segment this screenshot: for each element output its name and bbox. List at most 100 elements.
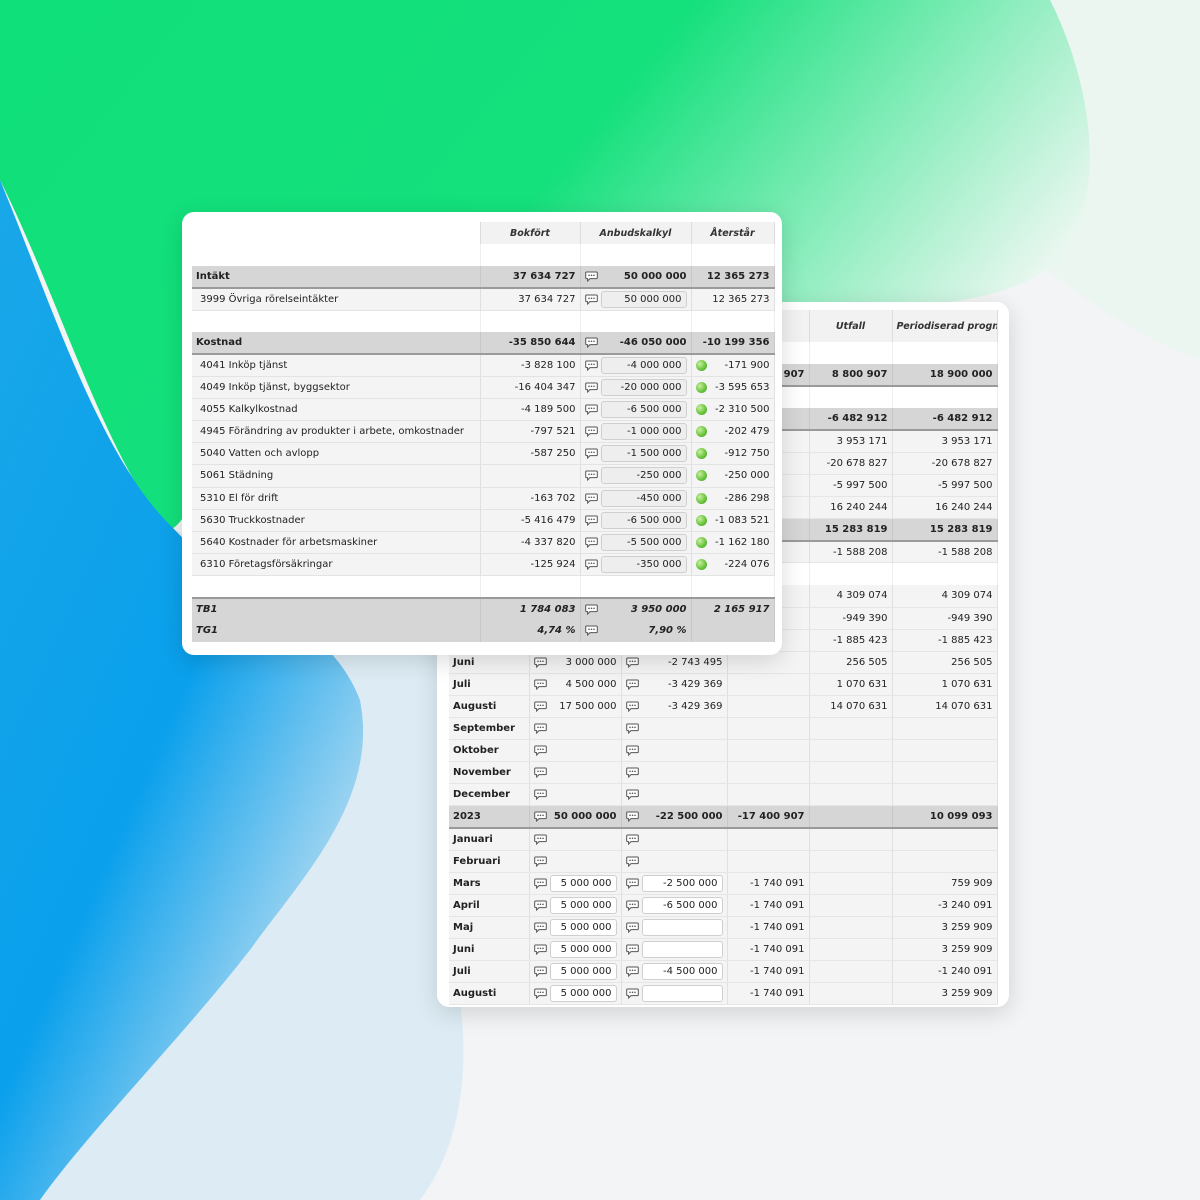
comment-icon[interactable]	[584, 448, 598, 460]
account-aterstar: 12 365 273	[712, 293, 770, 305]
comment-icon[interactable]	[533, 789, 547, 801]
comment-icon[interactable]	[625, 988, 639, 1000]
comment-icon[interactable]	[584, 625, 598, 637]
anbud-input[interactable]: -250 000	[600, 467, 687, 485]
comment-icon[interactable]	[533, 657, 547, 668]
period-s1-cell	[529, 739, 622, 763]
comment-icon[interactable]	[625, 878, 639, 889]
period-s1-input[interactable]: 5 000 000	[549, 874, 617, 892]
comment-icon[interactable]	[584, 404, 598, 416]
comment-icon[interactable]	[584, 360, 598, 372]
period-s2-input[interactable]	[641, 918, 723, 936]
comment-icon[interactable]	[533, 679, 547, 690]
comment-icon[interactable]	[625, 900, 639, 911]
comment-icon[interactable]	[625, 789, 639, 801]
comment-icon[interactable]	[584, 382, 598, 394]
account-label: 4945 Förändring av produkter i arbete, o…	[192, 420, 481, 444]
comment-icon[interactable]	[584, 271, 598, 283]
comment-icon[interactable]	[625, 856, 639, 867]
summary-card: Bokfört Anbudskalkyl Återstår Intäkt 37 6…	[182, 212, 782, 655]
comment-icon[interactable]	[625, 679, 639, 690]
comment-icon[interactable]	[533, 900, 547, 911]
period-label: November	[449, 761, 530, 785]
comment-icon[interactable]	[584, 604, 598, 615]
comment-icon[interactable]	[625, 745, 639, 757]
comment-icon[interactable]	[584, 559, 598, 570]
account-label: 5630 Truckkostnader	[192, 509, 481, 532]
comment-icon[interactable]	[533, 745, 547, 757]
comment-icon[interactable]	[584, 537, 598, 548]
anbud-input[interactable]: -20 000 000	[600, 379, 687, 397]
period-s1-input[interactable]: 5 000 000	[549, 896, 617, 914]
period-row: April 5 000 000 -6 500 000 -1 740 091 -3 240…	[449, 894, 998, 917]
anbud-input[interactable]: -450 000	[600, 489, 687, 507]
account-row: 4049 Inköp tjänst, byggsektor -16 404 347…	[192, 376, 775, 400]
anbud-input[interactable]: -1 500 000	[600, 445, 687, 463]
anbud-input[interactable]: -6 500 000	[600, 511, 687, 529]
anbud-input[interactable]: -6 500 000	[600, 401, 687, 419]
period-s2-input[interactable]: -6 500 000	[641, 896, 723, 914]
account-label: 6310 Företagsförsäkringar	[192, 553, 481, 576]
comment-icon[interactable]	[625, 922, 639, 933]
period-s4	[809, 850, 893, 873]
period-s1-input[interactable]: 5 000 000	[549, 963, 617, 981]
group-anbud-cell: 50 000 000	[580, 266, 692, 290]
comment-icon[interactable]	[625, 723, 639, 735]
anbud-input[interactable]: -5 500 000	[600, 533, 687, 551]
period-s5: 256 505	[892, 651, 998, 674]
account-row: 5040 Vatten och avlopp -587 250 -1 500 000…	[192, 442, 775, 466]
account-row: 6310 Företagsförsäkringar -125 924 -350 00…	[192, 553, 775, 576]
period-s1-cell	[529, 850, 622, 873]
period-s2: -22 500 000	[655, 811, 723, 823]
comment-icon[interactable]	[625, 701, 639, 713]
comment-icon[interactable]	[625, 944, 639, 956]
group-bokfort: -35 850 644	[480, 332, 581, 356]
period-s1: 4 500 000	[565, 678, 617, 690]
account-aterstar-cell: -250 000	[691, 464, 775, 488]
anbud-input[interactable]: 50 000 000	[600, 290, 687, 308]
period-s1-input[interactable]: 5 000 000	[549, 918, 617, 936]
comment-icon[interactable]	[625, 811, 639, 823]
period-s5: 3 259 909	[892, 982, 998, 1006]
comment-icon[interactable]	[533, 966, 547, 978]
comment-icon[interactable]	[533, 767, 547, 779]
period-s5: -6 482 912	[892, 408, 998, 432]
period-s2-input[interactable]: -4 500 000	[641, 963, 723, 981]
comment-icon[interactable]	[625, 966, 639, 978]
comment-icon[interactable]	[533, 856, 547, 867]
summary-header-account	[192, 222, 481, 244]
period-s3	[727, 761, 810, 785]
comment-icon[interactable]	[533, 811, 547, 823]
comment-icon[interactable]	[625, 834, 639, 845]
comment-icon[interactable]	[533, 878, 547, 889]
comment-icon[interactable]	[533, 922, 547, 933]
period-s3	[727, 783, 810, 807]
period-s2-input[interactable]: -2 500 000	[641, 874, 723, 892]
comment-icon[interactable]	[533, 988, 547, 1000]
period-s2-input[interactable]	[641, 985, 723, 1003]
status-indicator-icon	[695, 470, 707, 482]
period-row: December	[449, 783, 998, 807]
period-s1-input[interactable]: 5 000 000	[549, 985, 617, 1003]
comment-icon[interactable]	[584, 337, 598, 349]
anbud-input[interactable]: -350 000	[600, 555, 687, 573]
period-s2-input[interactable]	[641, 941, 723, 959]
comment-icon[interactable]	[533, 701, 547, 713]
comment-icon[interactable]	[584, 426, 598, 438]
comment-icon[interactable]	[533, 723, 547, 735]
comment-icon[interactable]	[625, 657, 639, 668]
comment-icon[interactable]	[584, 493, 598, 504]
comment-icon[interactable]	[625, 767, 639, 779]
comment-icon[interactable]	[584, 294, 598, 305]
period-s1-input[interactable]: 5 000 000	[549, 941, 617, 959]
comment-icon[interactable]	[533, 944, 547, 956]
period-row: Maj 5 000 000 -1 740 091 3 259 909	[449, 916, 998, 940]
comment-icon[interactable]	[533, 834, 547, 845]
comment-icon[interactable]	[584, 515, 598, 526]
period-s1-cell: 5 000 000	[529, 960, 622, 984]
comment-icon[interactable]	[584, 470, 598, 482]
anbud-input[interactable]: -4 000 000	[600, 357, 687, 375]
period-s3	[727, 828, 810, 851]
anbud-input[interactable]: -1 000 000	[600, 423, 687, 441]
period-s2-cell	[621, 761, 728, 785]
